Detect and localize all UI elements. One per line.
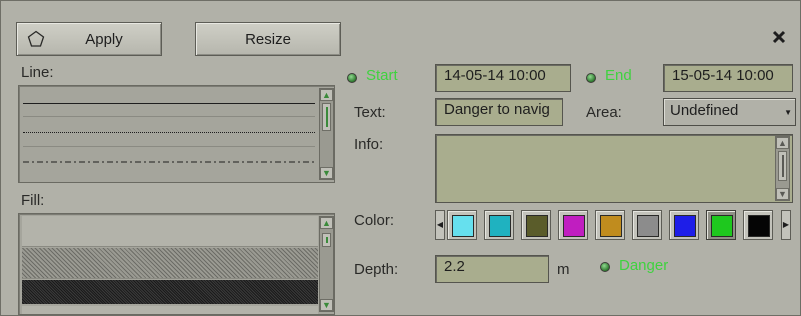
- color-swatch[interactable]: [595, 210, 625, 240]
- line-style-dotted[interactable]: [23, 118, 315, 147]
- color-swatch-fill: [674, 215, 696, 237]
- scroll-thumb[interactable]: [322, 233, 331, 247]
- line-style-solid[interactable]: [23, 88, 315, 117]
- danger-indicator-icon[interactable]: [600, 262, 610, 272]
- color-scroll-left-icon[interactable]: ◀: [435, 210, 445, 240]
- info-textarea[interactable]: [435, 134, 793, 203]
- scroll-thumb[interactable]: [322, 103, 331, 131]
- fill-style-list[interactable]: ▲ ▼: [18, 213, 335, 315]
- scroll-up-arrow-icon[interactable]: ▲: [320, 217, 333, 229]
- color-swatch[interactable]: [558, 210, 588, 240]
- apply-button[interactable]: Apply: [16, 22, 162, 56]
- scroll-up-arrow-icon[interactable]: ▲: [320, 89, 333, 101]
- color-scroll-right-icon[interactable]: ▶: [781, 210, 791, 240]
- color-swatch[interactable]: [447, 210, 477, 240]
- area-select[interactable]: Undefined ▼: [663, 98, 796, 126]
- color-swatch-fill: [489, 215, 511, 237]
- color-swatch-fill: [563, 215, 585, 237]
- area-label: Area:: [586, 104, 622, 121]
- fill-label: Fill:: [21, 192, 45, 209]
- fill-style-dense[interactable]: [22, 280, 318, 304]
- scroll-up-arrow-icon[interactable]: ▲: [776, 137, 789, 149]
- info-label: Info:: [354, 136, 384, 153]
- text-label: Text:: [354, 104, 386, 121]
- object-properties-panel: Apply Resize Line: ▲ ▼ Fill: ▲ ▼ Start 1…: [0, 0, 801, 316]
- depth-input[interactable]: 2.2: [435, 255, 549, 283]
- close-icon[interactable]: [771, 29, 787, 45]
- scroll-down-arrow-icon[interactable]: ▼: [776, 188, 789, 200]
- color-label: Color:: [354, 212, 395, 229]
- color-swatch[interactable]: [484, 210, 514, 240]
- scroll-thumb[interactable]: [778, 151, 787, 181]
- text-input[interactable]: Danger to navig: [435, 98, 563, 126]
- pentagon-icon: [27, 30, 45, 48]
- color-swatch-fill: [526, 215, 548, 237]
- color-swatch[interactable]: [521, 210, 551, 240]
- depth-label: Depth:: [354, 261, 399, 278]
- area-select-value: Undefined: [670, 102, 739, 119]
- color-swatch-fill: [711, 215, 733, 237]
- fill-style-none[interactable]: [22, 216, 318, 247]
- line-style-dash-dot[interactable]: [23, 148, 315, 178]
- color-swatch[interactable]: [743, 210, 773, 240]
- color-swatch-fill: [600, 215, 622, 237]
- color-swatch[interactable]: [632, 210, 662, 240]
- apply-button-label: Apply: [85, 30, 123, 48]
- line-label: Line:: [21, 64, 54, 81]
- color-swatch[interactable]: [706, 210, 736, 240]
- start-label: Start: [366, 67, 398, 84]
- scroll-down-arrow-icon[interactable]: ▼: [320, 299, 333, 311]
- info-scrollbar[interactable]: ▲ ▼: [775, 136, 790, 201]
- start-indicator-icon[interactable]: [347, 73, 357, 83]
- fill-style-light[interactable]: [22, 248, 318, 279]
- resize-button-label: Resize: [245, 30, 291, 48]
- color-swatch[interactable]: [669, 210, 699, 240]
- fill-style-partial[interactable]: [22, 306, 318, 314]
- end-datetime-field[interactable]: 15-05-14 10:00: [663, 64, 793, 92]
- line-style-list[interactable]: ▲ ▼: [18, 85, 335, 183]
- depth-unit: m: [557, 261, 570, 278]
- danger-label: Danger: [619, 257, 669, 274]
- color-swatch-fill: [748, 215, 770, 237]
- color-swatch-fill: [637, 215, 659, 237]
- scroll-down-arrow-icon[interactable]: ▼: [320, 167, 333, 179]
- start-datetime-field[interactable]: 14-05-14 10:00: [435, 64, 571, 92]
- chevron-down-icon: ▼: [784, 108, 792, 117]
- resize-button[interactable]: Resize: [195, 22, 341, 56]
- color-swatch-fill: [452, 215, 474, 237]
- end-indicator-icon[interactable]: [586, 73, 596, 83]
- line-list-scrollbar[interactable]: ▲ ▼: [319, 88, 334, 180]
- end-label: End: [605, 67, 632, 84]
- fill-list-scrollbar[interactable]: ▲ ▼: [319, 216, 334, 312]
